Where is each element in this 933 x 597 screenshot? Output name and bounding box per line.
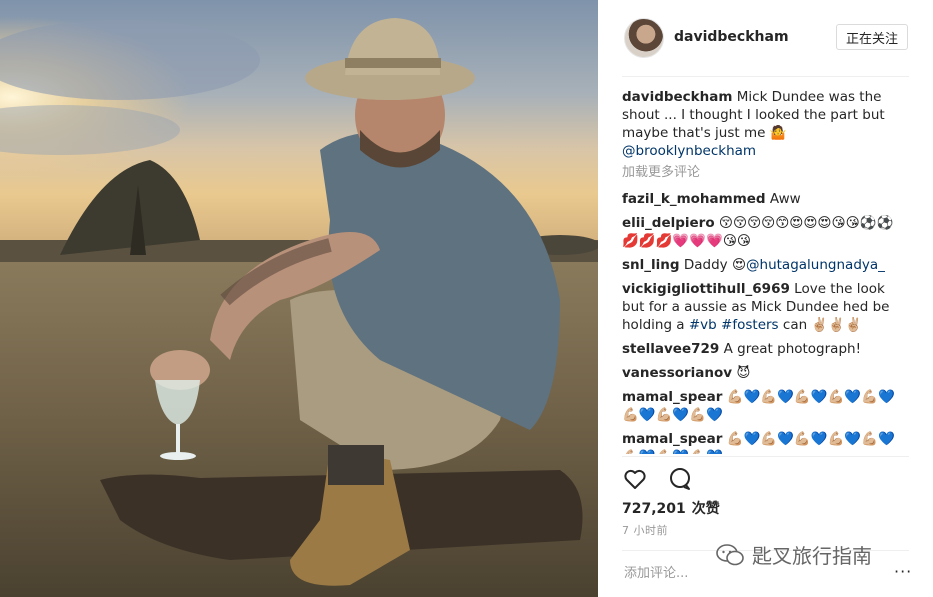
more-options-icon[interactable]: ···	[894, 562, 912, 581]
comment-username[interactable]: mamal_spear	[622, 431, 722, 447]
comment-item: vickigigliottihull_6969 Love the look bu…	[622, 280, 910, 334]
comment-item: mamal_spear 💪🏼💙💪🏼💙💪🏼💙💪🏼💙💪🏼💙💪🏼💙💪🏼💙💪🏼💙	[622, 430, 910, 454]
heart-icon[interactable]	[622, 466, 648, 492]
like-count[interactable]: 727,201 次赞	[622, 498, 720, 518]
hashtag-vb[interactable]: #vb	[689, 317, 717, 333]
comment-text: 😈	[736, 365, 751, 381]
avatar[interactable]	[624, 18, 664, 58]
like-count-number: 727,201	[622, 501, 686, 517]
comment-username[interactable]: vickigigliottihull_6969	[622, 281, 790, 297]
comment-text: Aww	[769, 191, 801, 207]
comment-username[interactable]: stellavee729	[622, 341, 719, 357]
comment-text-tail: can ✌🏼✌🏼✌🏼	[782, 317, 862, 333]
comment-mention[interactable]: @hutagalungnadya_	[746, 257, 885, 273]
comment-text: Daddy 😍	[683, 257, 747, 273]
post-header: davidbeckham 正在关注	[598, 0, 933, 76]
load-more-comments[interactable]: 加载更多评论	[622, 164, 910, 182]
comment-username[interactable]: fazil_k_mohammed	[622, 191, 766, 207]
comment-icon[interactable]	[667, 466, 693, 492]
caption: davidbeckham Mick Dundee was the shout .…	[622, 88, 910, 160]
instagram-post-viewer: davidbeckham 正在关注 davidbeckham Mick Dund…	[0, 0, 933, 597]
comment-item: snl_ling Daddy 😍@hutagalungnadya_	[622, 256, 910, 274]
post-timestamp[interactable]: 7 小时前	[622, 522, 668, 538]
action-bar	[622, 466, 707, 492]
comment-item: fazil_k_mohammed Aww	[622, 190, 910, 208]
comment-text: A great photograph!	[723, 341, 861, 357]
like-count-label: 次赞	[691, 501, 720, 517]
caption-mention[interactable]: @brooklynbeckham	[622, 143, 756, 159]
following-button[interactable]: 正在关注	[836, 24, 908, 50]
comment-username[interactable]: mamal_spear	[622, 389, 722, 405]
photo-illustration	[0, 0, 598, 597]
comments-divider	[622, 456, 909, 457]
header-username[interactable]: davidbeckham	[674, 29, 789, 45]
comment-item: stellavee729 A great photograph!	[622, 340, 910, 358]
comment-username[interactable]: snl_ling	[622, 257, 680, 273]
caption-username[interactable]: davidbeckham	[622, 89, 732, 105]
comment-item: mamal_spear 💪🏼💙💪🏼💙💪🏼💙💪🏼💙💪🏼💙💪🏼💙💪🏼💙💪🏼💙	[622, 388, 910, 424]
add-comment-input[interactable]	[622, 562, 876, 584]
comment-username[interactable]: elii_delpiero	[622, 215, 715, 231]
comment-username[interactable]: vanessorianov	[622, 365, 732, 381]
post-side-panel: davidbeckham 正在关注 davidbeckham Mick Dund…	[598, 0, 933, 597]
comment-item: vanessorianov 😈	[622, 364, 910, 382]
comment-list[interactable]: davidbeckham Mick Dundee was the shout .…	[622, 88, 910, 454]
hashtag-fosters[interactable]: #fosters	[721, 317, 779, 333]
comment-item: elii_delpiero 😚😚😚😚😙😍😍😍😘😘⚽⚽💋💋💋💗💗💗😘😘	[622, 214, 910, 250]
post-photo[interactable]	[0, 0, 598, 597]
header-divider	[622, 76, 909, 77]
